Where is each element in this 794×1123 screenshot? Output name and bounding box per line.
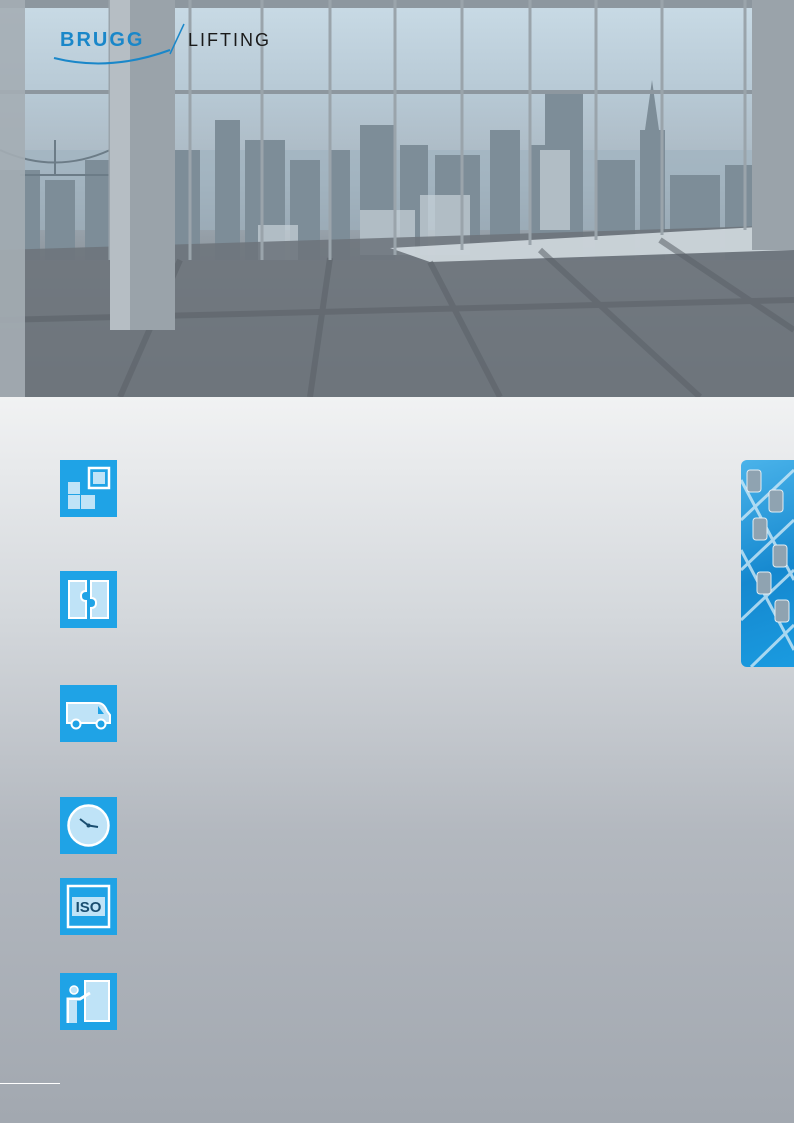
brand-name: BRUGG (60, 29, 145, 51)
iso-label: ISO (76, 899, 102, 916)
clock-icon (60, 797, 117, 854)
iso-icon: ISO (60, 878, 117, 935)
product-name: LIFTING (188, 30, 272, 50)
modules-icon (60, 460, 117, 517)
puzzle-icon (60, 571, 117, 628)
training-presenter-icon (60, 973, 117, 1030)
content-background (0, 397, 794, 1123)
brand-logo: BRUGG LIFTING (50, 20, 290, 70)
product-photo-tab (741, 460, 794, 667)
hero-photo: BRUGG LIFTING (0, 0, 794, 397)
delivery-van-icon (60, 685, 117, 742)
footer-rule (0, 1083, 60, 1084)
